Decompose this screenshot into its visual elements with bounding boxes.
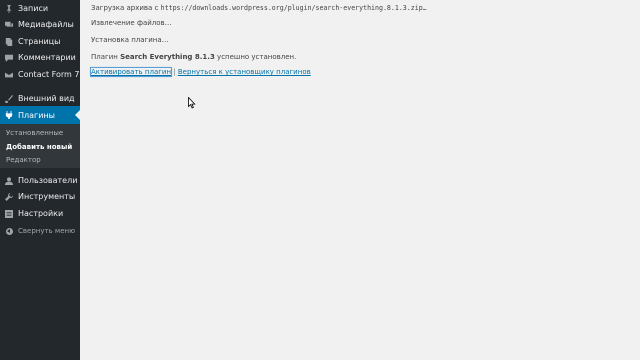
wrench-icon <box>0 192 18 201</box>
submenu-add-new[interactable]: Добавить новый <box>6 143 72 151</box>
sidebar-item-contact-form[interactable]: Contact Form 7 <box>0 66 80 83</box>
submenu-editor[interactable]: Редактор <box>6 156 41 164</box>
sidebar-item-label: Страницы <box>18 37 61 46</box>
current-menu-arrow <box>75 110 80 120</box>
sidebar-item-appearance[interactable]: Внешний вид <box>0 90 80 107</box>
sidebar-item-tools[interactable]: Инструменты <box>0 188 80 205</box>
success-line: Плагин Search Everything 8.1.3 успешно у… <box>91 53 296 61</box>
sidebar-item-plugins[interactable]: Плагины <box>0 106 80 124</box>
sidebar-item-label: Комментарии <box>18 53 76 62</box>
mail-icon <box>0 71 18 79</box>
sidebar-item-settings[interactable]: Настройки <box>0 205 80 222</box>
download-prefix: Загрузка архива с <box>91 4 159 12</box>
installing-line: Установка плагина… <box>91 36 169 44</box>
collapse-label: Свернуть меню <box>18 227 75 235</box>
sidebar-item-posts[interactable]: Записи <box>0 0 80 17</box>
return-to-installer-link[interactable]: Вернуться к установщику плагинов <box>178 68 311 76</box>
actions-line: Активировать плагин | Вернуться к устано… <box>89 67 311 77</box>
mouse-cursor-icon <box>188 97 196 109</box>
sidebar-item-label: Внешний вид <box>18 94 75 103</box>
install-log: Загрузка архива с https://downloads.word… <box>89 0 640 360</box>
sidebar-item-users[interactable]: Пользователи <box>0 172 80 189</box>
plugins-submenu: Установленные Добавить новый Редактор <box>0 124 80 168</box>
activate-plugin-link[interactable]: Активировать плагин <box>89 67 173 77</box>
sidebar-item-pages[interactable]: Страницы <box>0 33 80 50</box>
sidebar-item-label: Плагины <box>18 110 55 120</box>
download-line: Загрузка архива с https://downloads.word… <box>91 4 427 12</box>
extracting-line: Извлечение файлов… <box>91 19 172 27</box>
sidebar-item-label: Contact Form 7 <box>18 70 80 79</box>
sidebar-item-label: Записи <box>18 4 49 13</box>
admin-sidebar: Записи Медиафайлы Страницы Комментарии C… <box>0 0 80 360</box>
sidebar-item-label: Настройки <box>18 209 64 218</box>
comments-icon <box>0 54 18 62</box>
sidebar-item-comments[interactable]: Комментарии <box>0 49 80 66</box>
pages-icon <box>0 37 18 46</box>
download-url: https://downloads.wordpress.org/plugin/s… <box>160 4 427 12</box>
pin-icon <box>0 4 18 13</box>
collapse-icon <box>0 227 18 235</box>
users-icon <box>0 176 18 185</box>
brush-icon <box>0 94 18 103</box>
media-icon <box>0 21 18 29</box>
sidebar-item-label: Медиафайлы <box>18 20 74 29</box>
plugin-icon <box>0 111 18 119</box>
success-prefix: Плагин <box>91 53 118 61</box>
plugin-name: Search Everything 8.1.3 <box>120 53 215 61</box>
sidebar-item-label: Пользователи <box>18 176 78 185</box>
sidebar-item-label: Инструменты <box>18 192 76 201</box>
settings-icon <box>0 209 18 218</box>
submenu-installed[interactable]: Установленные <box>6 129 63 137</box>
sidebar-item-media[interactable]: Медиафайлы <box>0 16 80 33</box>
collapse-menu-button[interactable]: Свернуть меню <box>0 224 80 238</box>
link-separator: | <box>173 68 176 76</box>
success-suffix: успешно установлен. <box>217 53 297 61</box>
